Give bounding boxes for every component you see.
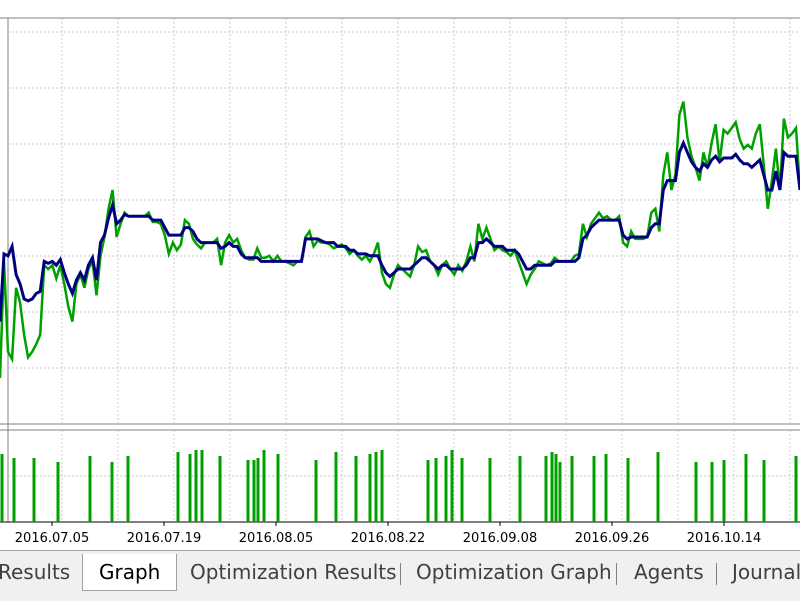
x-axis-tick-label: 2016.08.22 (351, 531, 425, 546)
x-axis-tick-label: 2016.10.14 (687, 531, 761, 546)
tab-optimization-graph[interactable]: Optimization Graph (416, 557, 612, 587)
tab-results[interactable]: Results (0, 557, 70, 587)
tab-strip: Results Graph Optimization Results Optim… (0, 550, 800, 601)
chart-area: 2016.07.05 2016.07.19 2016.08.05 2016.08.22… (0, 0, 800, 550)
tab-agents[interactable]: Agents (634, 557, 704, 587)
equity-line (0, 101, 800, 379)
x-axis-tick-label: 2016.09.08 (463, 531, 537, 546)
tab-separator (616, 563, 617, 585)
equity-chart: 2016.07.05 2016.07.19 2016.08.05 2016.08.22… (0, 17, 800, 546)
balance-line (0, 139, 800, 322)
x-axis-tick-label: 2016.07.19 (127, 531, 201, 546)
x-axis-tick-label: 2016.09.26 (575, 531, 649, 546)
x-axis-tick-label: 2016.07.05 (15, 531, 89, 546)
x-axis-tick-label: 2016.08.05 (239, 531, 313, 546)
tab-journal[interactable]: Journal (732, 557, 800, 587)
tab-separator (400, 563, 401, 585)
tab-graph[interactable]: Graph (82, 554, 178, 591)
tab-optimization-results[interactable]: Optimization Results (190, 557, 397, 587)
tab-separator (716, 563, 717, 585)
